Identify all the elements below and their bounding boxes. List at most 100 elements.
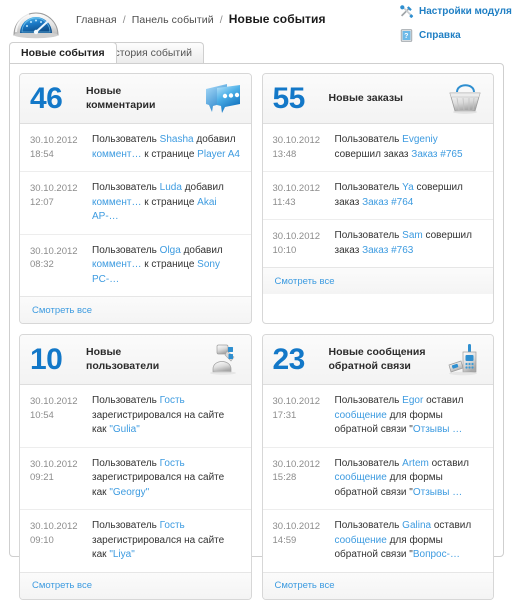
item-date: 30.10.2012 <box>30 521 78 532</box>
item-link[interactable]: Luda <box>160 182 182 193</box>
breadcrumb-item-home[interactable]: Главная <box>76 14 117 26</box>
item-date: 30.10.2012 <box>272 183 321 194</box>
help-book-icon: ? <box>399 28 414 43</box>
item-link[interactable]: "Liya" <box>109 549 134 560</box>
item-text: Пользователь Egor оставил сообщение для … <box>334 395 464 435</box>
panel-title-line2: обратной связи <box>328 359 411 372</box>
item-link[interactable]: Sam <box>402 230 423 241</box>
list-item[interactable]: 30.10.2012 09:21 Пользователь Гость заре… <box>20 448 251 510</box>
panel-title-line1: Новые <box>86 85 122 98</box>
item-timestamp: 30.10.2012 11:43 <box>273 181 335 210</box>
item-link[interactable]: Galina <box>402 520 431 531</box>
phone-feedback-icon <box>445 341 485 379</box>
item-date: 30.10.2012 <box>272 231 321 242</box>
tab-new-events[interactable]: Новые события <box>9 42 117 63</box>
item-link[interactable]: Artem <box>402 458 429 469</box>
list-item[interactable]: 30.10.2012 15:28 Пользователь Artem оста… <box>262 448 493 510</box>
item-link[interactable]: коммент… <box>92 149 141 160</box>
item-link[interactable]: Заказ #764 <box>362 197 413 208</box>
item-timestamp: 30.10.2012 15:28 <box>273 457 335 501</box>
item-timestamp: 30.10.2012 14:59 <box>273 519 335 563</box>
list-item[interactable]: 30.10.2012 10:10 Пользователь Sam соверш… <box>262 220 493 268</box>
item-date: 30.10.2012 <box>30 396 78 407</box>
panel-title: Новые пользователи <box>82 346 203 372</box>
speech-bubble-icon <box>203 80 243 118</box>
item-text: Пользователь Sam совершил заказ Заказ #7… <box>334 230 472 256</box>
list-item[interactable]: 30.10.2012 14:59 Пользователь Galina ост… <box>262 510 493 573</box>
item-link[interactable]: Вопрос-… <box>413 549 460 560</box>
view-all-link[interactable]: Смотреть все <box>275 580 335 591</box>
item-date: 30.10.2012 <box>272 521 321 532</box>
item-time: 18:54 <box>30 148 54 160</box>
panel-title-line1: Новые сообщения <box>328 346 426 359</box>
breadcrumb-item-events-panel[interactable]: Панель событий <box>132 14 214 26</box>
panel-title-line1: Новые заказы <box>328 91 404 104</box>
panel-count: 10 <box>30 342 63 376</box>
item-link[interactable]: "Gulia" <box>109 424 139 435</box>
item-timestamp: 30.10.2012 09:21 <box>30 457 92 501</box>
panel-new-users: 10 Новые пользователи 30.10.2012 10:54 П… <box>19 334 252 600</box>
panel-header: 23 Новые сообщения обратной связи <box>262 335 493 385</box>
panel-header: 55 Новые заказы <box>262 74 493 124</box>
view-all-link[interactable]: Смотреть все <box>32 580 92 591</box>
item-link[interactable]: Evgeniy <box>402 134 438 145</box>
panel-footer: Смотреть все <box>262 572 493 599</box>
breadcrumb-separator-2: / <box>219 14 223 26</box>
item-text: Пользователь Luda добавил коммент… к стр… <box>92 182 224 222</box>
item-link[interactable]: сообщение <box>335 410 387 421</box>
panel-header: 46 Новые комментарии <box>20 74 251 124</box>
panel-title-line2: комментарии <box>86 98 156 111</box>
module-settings-label: Настройки модуля <box>419 6 512 17</box>
panel-new-orders: 55 Новые заказы 30.10.2012 13:48 Пользов… <box>261 73 494 324</box>
item-text: Пользователь Shasha добавил коммент… к с… <box>92 134 240 160</box>
item-link[interactable]: коммент… <box>92 259 141 270</box>
item-link[interactable]: Player A4 <box>197 149 240 160</box>
item-link[interactable]: Отзывы … <box>413 487 462 498</box>
list-item[interactable]: 30.10.2012 10:54 Пользователь Гость заре… <box>20 385 251 448</box>
panel-footer: Смотреть все <box>20 297 251 323</box>
user-registration-icon <box>203 341 243 379</box>
item-link[interactable]: Заказ #765 <box>411 149 462 160</box>
tools-wrench-screwdriver-icon <box>399 4 414 19</box>
help-label: Справка <box>419 30 461 41</box>
item-link[interactable]: Гость <box>160 520 185 531</box>
module-settings-link[interactable]: Настройки модуля <box>399 2 512 21</box>
list-item[interactable]: 30.10.2012 11:43 Пользователь Ya соверши… <box>262 172 493 220</box>
list-item[interactable]: 30.10.2012 08:32 Пользователь Olga добав… <box>20 235 251 297</box>
item-timestamp: 30.10.2012 12:07 <box>30 181 92 225</box>
view-all-link[interactable]: Смотреть все <box>275 276 335 287</box>
item-timestamp: 30.10.2012 09:10 <box>30 519 92 563</box>
breadcrumb-separator: / <box>122 14 126 26</box>
item-link[interactable]: Гость <box>160 458 185 469</box>
item-time: 13:48 <box>272 148 297 160</box>
shopping-basket-icon <box>445 80 485 118</box>
panel-footer: Смотреть все <box>20 572 251 599</box>
item-time: 08:32 <box>30 259 54 271</box>
item-link[interactable]: Shasha <box>160 134 194 145</box>
item-date: 30.10.2012 <box>30 245 78 257</box>
item-link[interactable]: коммент… <box>92 197 141 208</box>
list-item[interactable]: 30.10.2012 09:10 Пользователь Гость заре… <box>20 510 251 573</box>
item-link[interactable]: сообщение <box>335 535 387 546</box>
item-link[interactable]: Olga <box>160 245 181 256</box>
item-link[interactable]: Ya <box>402 182 414 193</box>
panel-title: Новые комментарии <box>82 85 203 111</box>
item-link[interactable]: Заказ #763 <box>362 245 413 256</box>
panel-items: 30.10.2012 18:54 Пользователь Shasha доб… <box>20 124 251 297</box>
item-link[interactable]: Egor <box>402 395 423 406</box>
item-text: Пользователь Evgeniy совершил заказ Зака… <box>334 134 463 160</box>
item-timestamp: 30.10.2012 10:10 <box>273 229 335 258</box>
panel-title-line2: пользователи <box>86 359 160 372</box>
item-time: 12:07 <box>30 196 54 208</box>
item-link[interactable]: сообщение <box>335 472 387 483</box>
panel-count: 55 <box>272 81 306 115</box>
view-all-link[interactable]: Смотреть все <box>32 305 92 316</box>
list-item[interactable]: 30.10.2012 18:54 Пользователь Shasha доб… <box>20 124 251 172</box>
item-time: 09:10 <box>30 534 54 546</box>
list-item[interactable]: 30.10.2012 17:31 Пользователь Egor остав… <box>262 385 493 448</box>
list-item[interactable]: 30.10.2012 13:48 Пользователь Evgeniy со… <box>262 124 493 172</box>
item-link[interactable]: Отзывы … <box>413 424 462 435</box>
item-link[interactable]: "Georgy" <box>109 487 149 498</box>
list-item[interactable]: 30.10.2012 12:07 Пользователь Luda добав… <box>20 172 251 235</box>
item-link[interactable]: Гость <box>160 395 185 406</box>
